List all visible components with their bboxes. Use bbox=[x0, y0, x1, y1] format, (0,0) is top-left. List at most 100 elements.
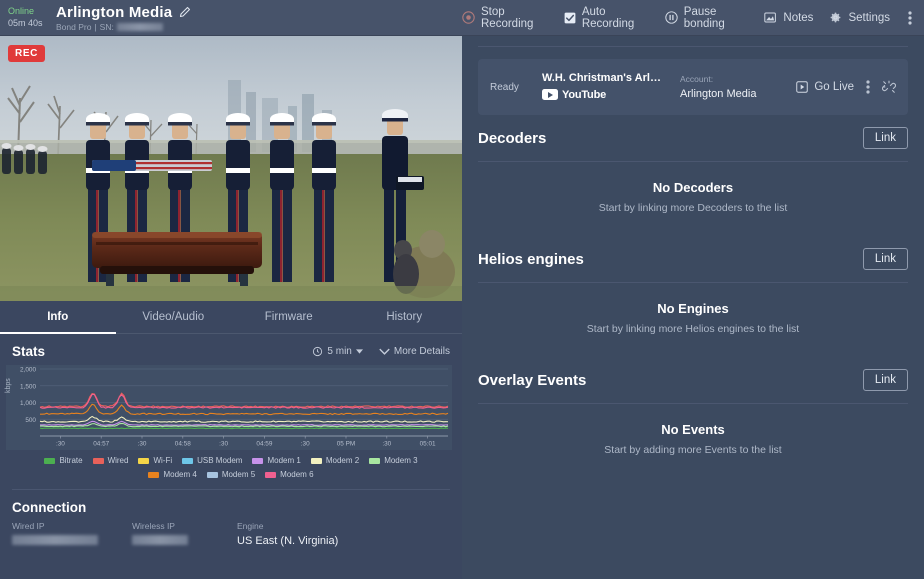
helios-link-button[interactable]: Link bbox=[862, 248, 908, 270]
bitrate-chart[interactable]: kbps 500 1,000 1,500 2,000:30 04:57:30 04:58:… bbox=[5, 365, 452, 450]
legend-swatch bbox=[44, 457, 56, 464]
auto-recording-label: Auto Recording bbox=[581, 5, 635, 30]
time-range-selector[interactable]: 5 min bbox=[312, 346, 363, 357]
legend-swatch bbox=[92, 457, 104, 464]
field-wired-ip: Wired IP bbox=[12, 521, 132, 548]
legend-label: USB Modem bbox=[197, 456, 243, 465]
legend-label: Wired bbox=[107, 456, 129, 465]
pencil-icon[interactable] bbox=[179, 6, 191, 18]
tab-video-audio[interactable]: Video/Audio bbox=[116, 301, 232, 333]
settings-button[interactable]: Settings bbox=[829, 11, 890, 24]
overlay-events-header: Overlay Events Link bbox=[478, 357, 908, 403]
decoders-link-button[interactable]: Link bbox=[862, 127, 908, 149]
status-uptime: 05m 40s bbox=[8, 17, 43, 28]
legend-item[interactable]: Modem 6 bbox=[265, 470, 314, 479]
overlay-events-title: Overlay Events bbox=[478, 371, 587, 389]
video-frame-image bbox=[0, 36, 462, 301]
page-title: Arlington Media bbox=[56, 3, 173, 21]
legend-swatch bbox=[265, 471, 277, 478]
channel-row[interactable]: Ready W.H. Christman's Arlin… YouTube Ac… bbox=[478, 59, 908, 115]
decoders-empty-title: No Decoders bbox=[652, 180, 734, 195]
chevron-down-icon bbox=[379, 348, 390, 355]
overlay-events-empty-state: No Events Start by adding more Events to… bbox=[478, 404, 908, 478]
chart-legend: Bitrate Wired Wi-Fi USB Modem Modem 1 Modem 2… bbox=[0, 450, 462, 479]
clock-icon bbox=[312, 346, 323, 357]
tab-firmware-label: Firmware bbox=[264, 311, 313, 323]
overlay-events-link-button[interactable]: Link bbox=[862, 369, 908, 391]
legend-item[interactable]: Modem 5 bbox=[206, 470, 256, 479]
field-value bbox=[132, 535, 237, 548]
tab-info-label: Info bbox=[47, 311, 69, 323]
legend-label: Modem 1 bbox=[267, 456, 301, 465]
field-value: US East (N. Virginia) bbox=[237, 535, 339, 547]
device-subtitle: Bond Pro | SN: bbox=[56, 22, 191, 32]
tab-video-audio-label: Video/Audio bbox=[142, 311, 205, 323]
redacted-value bbox=[132, 535, 188, 545]
legend-item[interactable]: Modem 2 bbox=[310, 456, 359, 465]
chart-canvas: 500 1,000 1,500 2,000:30 04:57:30 04:58:30 04:… bbox=[6, 365, 452, 450]
checkbox-checked-icon bbox=[564, 12, 576, 24]
settings-label: Settings bbox=[848, 11, 890, 24]
record-stop-icon bbox=[462, 11, 475, 24]
legend-item[interactable]: Modem 4 bbox=[148, 470, 197, 479]
left-panel: Online 05m 40s Arlington Media Bond Pro … bbox=[0, 0, 462, 579]
youtube-badge: YouTube bbox=[542, 89, 606, 101]
channel-name: W.H. Christman's Arlin… bbox=[542, 71, 662, 84]
channel-platform: YouTube bbox=[562, 88, 607, 101]
pause-bonding-button[interactable]: Pause bonding bbox=[665, 6, 749, 30]
chart-y-tick-label: 1,000 bbox=[20, 400, 36, 407]
connection-title: Connection bbox=[12, 500, 87, 515]
channel-identity: W.H. Christman's Arlin… YouTube bbox=[542, 72, 662, 103]
notes-button[interactable]: Notes bbox=[764, 11, 813, 24]
play-box-icon bbox=[796, 81, 809, 93]
chart-x-tick-label: :30 bbox=[301, 441, 310, 448]
legend-label: Bitrate bbox=[59, 456, 83, 465]
tab-info[interactable]: Info bbox=[0, 301, 116, 334]
kebab-menu-icon[interactable] bbox=[906, 10, 914, 25]
stop-recording-label: Stop Recording bbox=[481, 5, 534, 30]
chart-x-tick-label: 04:59 bbox=[256, 441, 272, 448]
overlay-events-empty-title: No Events bbox=[661, 422, 725, 437]
legend-item[interactable]: Wi-Fi bbox=[138, 456, 172, 465]
right-panel: Channels Go Live All bbox=[462, 0, 924, 579]
field-wireless-ip: Wireless IP bbox=[132, 521, 237, 548]
legend-item[interactable]: Wired bbox=[92, 456, 129, 465]
helios-header: Helios engines Link bbox=[478, 236, 908, 282]
legend-item[interactable]: Bitrate bbox=[44, 456, 83, 465]
device-header: Online 05m 40s Arlington Media Bond Pro … bbox=[0, 0, 462, 36]
account-value: Arlington Media bbox=[680, 88, 757, 100]
more-details-toggle[interactable]: More Details bbox=[379, 346, 450, 357]
legend-swatch bbox=[252, 457, 264, 464]
video-preview[interactable]: REC bbox=[0, 36, 462, 301]
channel-account: Account: Arlington Media bbox=[680, 74, 756, 100]
field-label: Engine bbox=[237, 521, 264, 531]
tab-history[interactable]: History bbox=[347, 301, 463, 333]
legend-item[interactable]: Modem 1 bbox=[252, 456, 301, 465]
youtube-icon bbox=[542, 89, 558, 100]
auto-recording-toggle[interactable]: Auto Recording bbox=[564, 6, 649, 30]
pause-bonding-label: Pause bonding bbox=[683, 5, 725, 30]
legend-swatch bbox=[310, 457, 322, 464]
tab-firmware[interactable]: Firmware bbox=[231, 301, 347, 333]
stop-recording-button[interactable]: Stop Recording bbox=[462, 6, 548, 30]
chart-y-tick-label: 500 bbox=[25, 417, 36, 424]
legend-label: Modem 3 bbox=[384, 456, 418, 465]
status-online-label: Online bbox=[8, 6, 35, 17]
stats-header: Stats 5 min More Details bbox=[0, 334, 462, 363]
unlink-icon[interactable] bbox=[882, 80, 896, 94]
field-label: Wireless IP bbox=[132, 521, 175, 531]
field-label: Wired IP bbox=[12, 521, 45, 531]
legend-item[interactable]: Modem 3 bbox=[369, 456, 418, 465]
helios-empty-title: No Engines bbox=[657, 301, 729, 316]
chart-x-tick-label: :30 bbox=[56, 441, 65, 448]
subtitle-separator: | bbox=[94, 21, 97, 32]
device-title-block: Arlington Media Bond Pro | SN: bbox=[56, 4, 191, 32]
legend-label: Modem 4 bbox=[163, 470, 197, 479]
go-live-button[interactable]: Go Live bbox=[796, 81, 854, 93]
legend-item[interactable]: USB Modem bbox=[182, 456, 242, 465]
notes-icon bbox=[764, 11, 777, 24]
decoders-empty-sub: Start by linking more Decoders to the li… bbox=[598, 202, 788, 214]
legend-label: Modem 5 bbox=[221, 470, 256, 479]
decoders-empty-state: No Decoders Start by linking more Decode… bbox=[478, 162, 908, 236]
kebab-menu-icon[interactable] bbox=[866, 80, 870, 94]
